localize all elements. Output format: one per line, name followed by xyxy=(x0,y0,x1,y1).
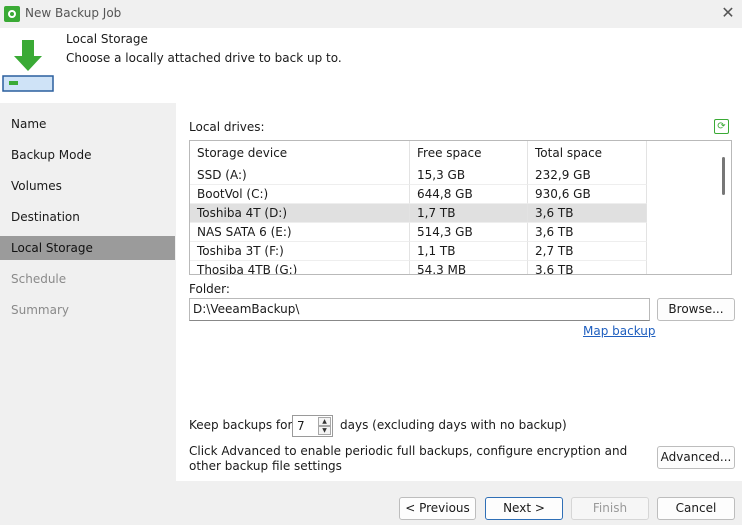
step-subtitle: Choose a locally attached drive to back … xyxy=(66,51,342,65)
table-row[interactable]: Thosiba 4TB (G:) 54,3 MB 3,6 TB xyxy=(190,261,647,274)
refresh-icon[interactable]: ⟳ xyxy=(714,119,729,134)
keep-backups-label: Keep backups for: xyxy=(189,418,297,432)
nav-item-schedule: Schedule xyxy=(11,272,67,286)
cell-total: 232,9 GB xyxy=(528,166,647,185)
cell-device: Thosiba 4TB (G:) xyxy=(190,261,410,274)
drives-table[interactable]: Storage device Free space Total space SS… xyxy=(189,140,732,275)
drives-scrollbar[interactable] xyxy=(717,141,731,274)
finish-button: Finish xyxy=(571,497,649,520)
column-header-storage-device[interactable]: Storage device xyxy=(190,141,410,166)
cell-free: 514,3 GB xyxy=(410,223,528,242)
cell-device: Toshiba 4T (D:) xyxy=(190,204,410,223)
cell-free: 1,1 TB xyxy=(410,242,528,261)
cell-free: 54,3 MB xyxy=(410,261,528,274)
keep-backups-value[interactable]: 7 xyxy=(297,416,305,436)
folder-path-input[interactable]: D:\VeeamBackup\ xyxy=(189,298,650,321)
local-drives-label: Local drives: xyxy=(189,120,265,134)
cell-total: 2,7 TB xyxy=(528,242,647,261)
nav-item-destination[interactable]: Destination xyxy=(0,205,175,229)
local-storage-download-icon xyxy=(2,40,54,92)
scrollbar-thumb[interactable] xyxy=(722,157,725,195)
nav-item-summary: Summary xyxy=(11,303,69,317)
title-bar: New Backup Job ✕ xyxy=(0,0,742,28)
cell-device: NAS SATA 6 (E:) xyxy=(190,223,410,242)
cell-free: 1,7 TB xyxy=(410,204,528,223)
close-icon[interactable]: ✕ xyxy=(718,3,738,23)
column-header-total-space[interactable]: Total space xyxy=(528,141,647,166)
table-row[interactable]: Toshiba 3T (F:) 1,1 TB 2,7 TB xyxy=(190,242,647,261)
advanced-description: Click Advanced to enable periodic full b… xyxy=(189,444,628,473)
folder-label: Folder: xyxy=(189,282,230,296)
step-title: Local Storage xyxy=(66,32,148,46)
browse-button[interactable]: Browse... xyxy=(657,298,735,321)
cell-free: 644,8 GB xyxy=(410,185,528,204)
table-row[interactable]: NAS SATA 6 (E:) 514,3 GB 3,6 TB xyxy=(190,223,647,242)
advanced-button[interactable]: Advanced... xyxy=(657,446,735,469)
column-header-free-space[interactable]: Free space xyxy=(410,141,528,166)
table-row[interactable]: BootVol (C:) 644,8 GB 930,6 GB xyxy=(190,185,647,204)
nav-item-name[interactable]: Name xyxy=(0,112,175,136)
cell-device: Toshiba 3T (F:) xyxy=(190,242,410,261)
table-row[interactable]: SSD (A:) 15,3 GB 232,9 GB xyxy=(190,166,647,185)
map-backup-link[interactable]: Map backup xyxy=(583,324,656,338)
table-row-selected[interactable]: Toshiba 4T (D:) 1,7 TB 3,6 TB xyxy=(190,204,647,223)
stepper-up-icon[interactable]: ▲ xyxy=(318,417,331,426)
cell-total: 3,6 TB xyxy=(528,204,647,223)
keep-backups-stepper[interactable]: 7 ▲ ▼ xyxy=(292,415,333,437)
nav-item-backup-mode[interactable]: Backup Mode xyxy=(0,143,175,167)
next-button[interactable]: Next > xyxy=(485,497,563,520)
cancel-button[interactable]: Cancel xyxy=(657,497,735,520)
nav-item-volumes[interactable]: Volumes xyxy=(0,174,175,198)
cell-free: 15,3 GB xyxy=(410,166,528,185)
cell-total: 3,6 TB xyxy=(528,223,647,242)
cell-device: BootVol (C:) xyxy=(190,185,410,204)
window-title: New Backup Job xyxy=(25,6,122,20)
nav-item-local-storage[interactable]: Local Storage xyxy=(0,236,175,260)
cell-total: 930,6 GB xyxy=(528,185,647,204)
previous-button[interactable]: < Previous xyxy=(399,497,476,520)
stepper-down-icon[interactable]: ▼ xyxy=(318,426,331,435)
cell-total: 3,6 TB xyxy=(528,261,647,274)
days-label: days (excluding days with no backup) xyxy=(340,418,567,432)
cell-device: SSD (A:) xyxy=(190,166,410,185)
veeam-app-icon xyxy=(4,6,20,22)
